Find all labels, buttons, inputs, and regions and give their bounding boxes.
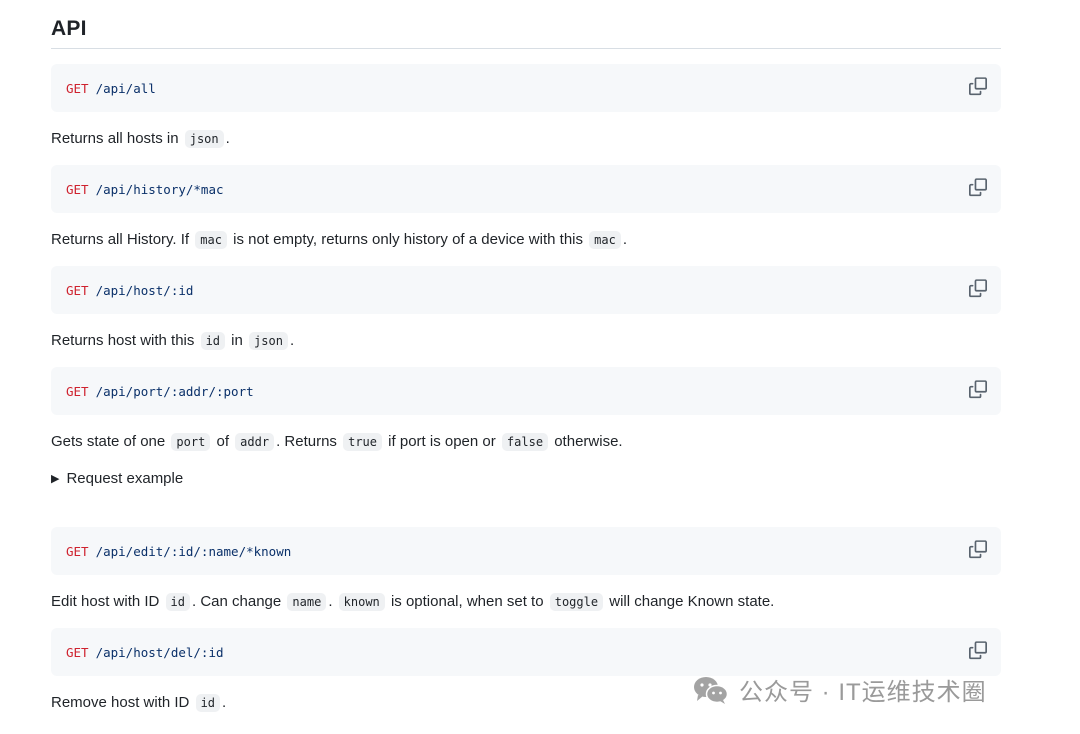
inline-code: port (171, 433, 211, 451)
code-block-host: GET /api/host/:id (51, 266, 1001, 314)
inline-code: true (343, 433, 383, 451)
request-example-toggle[interactable]: ▶ Request example (51, 469, 1001, 489)
code-block-edit: GET /api/edit/:id/:name/*known (51, 527, 1001, 575)
inline-code: json (184, 130, 224, 148)
code-block-history: GET /api/history/*mac (51, 165, 1001, 213)
description-host: Returns host with this id in json. (51, 332, 295, 350)
copy-icon[interactable] (969, 540, 987, 559)
inline-code: json (249, 332, 288, 350)
inline-code: mac (589, 231, 621, 249)
wechat-watermark: 公众号 · IT运维技术圈 (693, 672, 987, 707)
inline-code: toggle (549, 593, 604, 611)
inline-code: id (165, 593, 190, 611)
page: API GET /api/all Returns all hosts in js… (0, 0, 1080, 734)
inline-code: known (338, 593, 385, 611)
disclosure-triangle-icon: ▶ (51, 473, 60, 485)
code-block-port: GET /api/port/:addr/:port (51, 367, 1001, 415)
request-example-label: Request example (66, 470, 184, 487)
inline-code: addr (235, 433, 275, 451)
http-method: GET (66, 80, 89, 96)
api-section: API GET /api/all Returns all hosts in js… (51, 0, 1001, 713)
inline-code: mac (195, 231, 227, 249)
watermark-text: 公众号 · IT运维技术圈 (739, 679, 987, 706)
endpoint-path: /api/edit/:id/:name/*known (95, 543, 292, 559)
copy-icon[interactable] (969, 279, 987, 298)
description-all: Returns all hosts in json. (51, 130, 230, 148)
endpoint-path: /api/host/:id (95, 282, 194, 298)
http-method: GET (66, 543, 89, 559)
wechat-icon (694, 676, 729, 704)
endpoint-path: /api/history/*mac (95, 181, 224, 197)
http-method: GET (66, 282, 89, 298)
http-method: GET (66, 644, 89, 660)
description-history: Returns all History. If mac is not empty… (51, 231, 628, 249)
copy-icon[interactable] (969, 380, 987, 399)
endpoint-path: /api/host/del/:id (95, 644, 224, 660)
inline-code: id (195, 694, 221, 712)
description-edit: Edit host with ID id. Can change name. k… (51, 593, 775, 611)
http-method: GET (66, 383, 89, 399)
code-block-all: GET /api/all (51, 64, 1001, 112)
endpoint-path: /api/all (95, 80, 156, 96)
inline-code: name (287, 593, 327, 611)
inline-code: false (501, 433, 549, 451)
copy-icon[interactable] (969, 77, 987, 96)
code-block-del: GET /api/host/del/:id (51, 628, 1001, 676)
copy-icon[interactable] (969, 178, 987, 197)
endpoint-path: /api/port/:addr/:port (95, 383, 254, 399)
description-port: Gets state of one port of addr. Returns … (51, 433, 623, 451)
http-method: GET (66, 181, 89, 197)
section-heading: API (51, 0, 1001, 49)
copy-icon[interactable] (969, 641, 987, 660)
inline-code: id (200, 332, 226, 350)
